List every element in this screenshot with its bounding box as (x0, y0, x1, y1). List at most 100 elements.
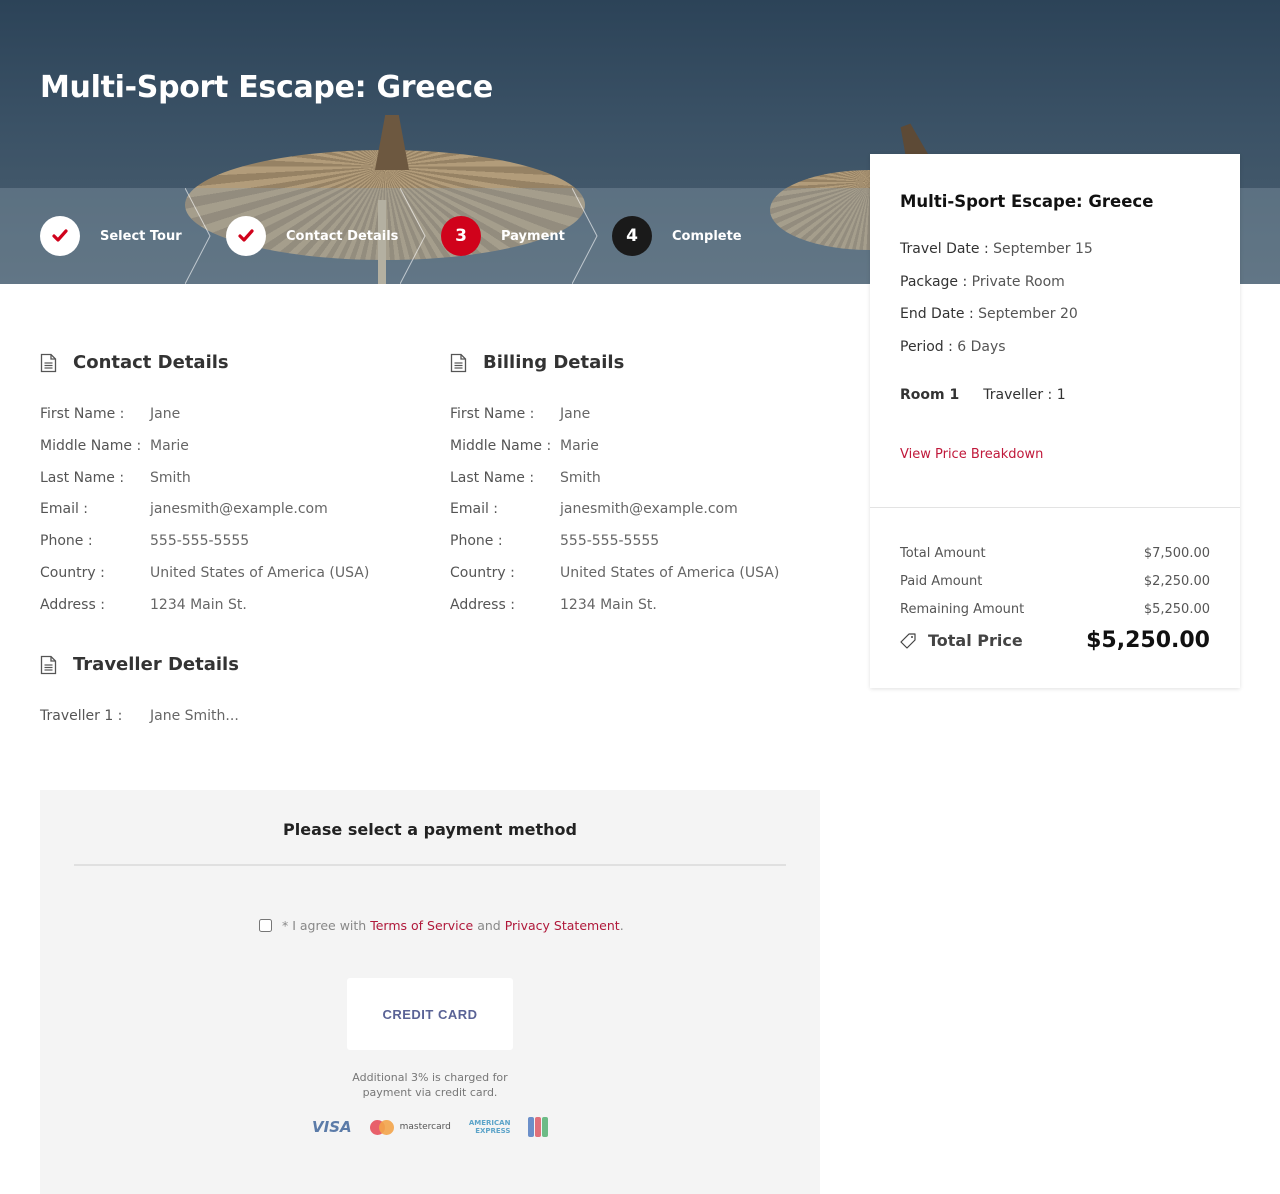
field-value: Smith (150, 470, 191, 486)
page-title: Multi-Sport Escape: Greece (40, 70, 493, 105)
terms-agreement[interactable]: * I agree with Terms of Service and Priv… (259, 918, 624, 933)
field-value: 1234 Main St. (150, 597, 247, 613)
agree-text: * I agree with (282, 918, 371, 933)
info-value: September 15 (993, 241, 1093, 257)
step-separator (185, 188, 211, 284)
view-price-breakdown-link[interactable]: View Price Breakdown (900, 447, 1043, 462)
field-label: Middle Name : (40, 438, 142, 454)
field-value: Smith (560, 470, 601, 486)
field-value: janesmith@example.com (150, 501, 328, 517)
divider (74, 864, 786, 866)
price-row-total-amount: Total Amount $7,500.00 (900, 546, 1210, 561)
payment-method-heading: Please select a payment method (283, 820, 577, 839)
document-icon (40, 655, 57, 674)
mastercard-text: mastercard (399, 1122, 451, 1132)
step-separator (572, 188, 598, 284)
field-value: 555-555-5555 (150, 533, 250, 549)
billing-details-heading: Billing Details (450, 352, 624, 373)
contact-first-name: First Name : Jane (40, 406, 180, 422)
field-label: First Name : (40, 406, 125, 422)
price-value: $5,250.00 (1143, 602, 1210, 617)
field-value: United States of America (USA) (150, 565, 370, 581)
step-separator (400, 188, 426, 284)
field-label: Address : (450, 597, 515, 613)
step-select-tour[interactable]: Select Tour (40, 216, 182, 256)
umbrella-top (375, 115, 409, 170)
agree-text: and (473, 918, 505, 933)
traveller-count: Traveller : 1 (983, 387, 1066, 403)
contact-last-name: Last Name : Smith (40, 470, 191, 486)
field-label: Country : (40, 565, 105, 581)
traveller-details-heading: Traveller Details (40, 654, 239, 675)
tag-icon (900, 632, 916, 649)
step-label: Contact Details (286, 228, 399, 244)
field-value: janesmith@example.com (560, 501, 738, 517)
field-value: Jane (560, 406, 591, 422)
room-label: Room 1 (900, 387, 960, 403)
credit-card-fee-note: Additional 3% is charged for payment via… (330, 1070, 530, 1100)
field-label: First Name : (450, 406, 535, 422)
summary-room: Room 1 Traveller : 1 (900, 387, 1066, 403)
credit-card-button[interactable]: CREDIT CARD (347, 978, 513, 1050)
step-label: Select Tour (100, 228, 182, 244)
billing-email: Email : janesmith@example.com (450, 501, 738, 517)
price-label: Paid Amount (900, 574, 983, 589)
summary-travel-date: Travel Date : September 15 (900, 241, 1093, 257)
field-label: Phone : (40, 533, 93, 549)
contact-email: Email : janesmith@example.com (40, 501, 328, 517)
price-value: $2,250.00 (1143, 574, 1210, 589)
field-value: Marie (560, 438, 599, 454)
billing-address: Address : 1234 Main St. (450, 597, 657, 613)
step-complete[interactable]: 4 Complete (612, 216, 742, 256)
field-value: Marie (150, 438, 189, 454)
terms-of-service-link[interactable]: Terms of Service (370, 918, 473, 933)
info-label: Travel Date : (900, 241, 989, 257)
document-icon (40, 353, 57, 372)
field-label: Middle Name : (450, 438, 552, 454)
step-label: Complete (672, 228, 742, 244)
info-value: 6 Days (957, 339, 1006, 355)
step-number: 4 (612, 216, 652, 256)
field-label: Last Name : (40, 470, 125, 486)
field-label: Traveller 1 : (40, 708, 123, 724)
field-label: Address : (40, 597, 105, 613)
price-label: Remaining Amount (900, 602, 1025, 617)
amex-text: AMERICAN (468, 1119, 511, 1127)
step-contact-details[interactable]: Contact Details (226, 216, 398, 256)
info-value: September 20 (978, 306, 1078, 322)
payment-method-panel: Please select a payment method * I agree… (40, 790, 820, 1194)
total-price-label: Total Price (928, 631, 1023, 650)
section-title: Billing Details (483, 352, 625, 373)
privacy-statement-link[interactable]: Privacy Statement (505, 918, 620, 933)
section-title: Contact Details (73, 352, 229, 373)
billing-last-name: Last Name : Smith (450, 470, 601, 486)
contact-phone: Phone : 555-555-5555 (40, 533, 249, 549)
summary-period: Period : 6 Days (900, 339, 1006, 355)
summary-title: Multi-Sport Escape: Greece (900, 192, 1154, 211)
document-icon (450, 353, 467, 372)
check-icon (40, 216, 80, 256)
step-payment[interactable]: 3 Payment (441, 216, 565, 256)
check-icon (226, 216, 266, 256)
section-title: Traveller Details (73, 654, 239, 675)
info-label: Period : (900, 339, 953, 355)
accepted-cards: VISA mastercard AMERICAN EXPRESS (312, 1116, 549, 1138)
field-value: Jane Smith... (150, 708, 239, 724)
visa-logo-icon: VISA (312, 1118, 352, 1136)
price-label: Total Amount (900, 546, 986, 561)
field-label: Last Name : (450, 470, 535, 486)
jcb-logo-icon (528, 1117, 549, 1137)
step-number: 3 (441, 216, 481, 256)
summary-package: Package : Private Room (900, 274, 1065, 290)
billing-phone: Phone : 555-555-5555 (450, 533, 659, 549)
contact-middle-name: Middle Name : Marie (40, 438, 189, 454)
price-row-remaining-amount: Remaining Amount $5,250.00 (900, 602, 1210, 617)
booking-summary-card: Multi-Sport Escape: Greece Travel Date :… (870, 154, 1240, 688)
terms-checkbox[interactable] (259, 919, 272, 932)
mastercard-logo-icon: mastercard (369, 1119, 451, 1135)
contact-address: Address : 1234 Main St. (40, 597, 247, 613)
info-label: Package : (900, 274, 968, 290)
billing-country: Country : United States of America (USA) (450, 565, 779, 581)
field-label: Email : (450, 501, 499, 517)
amex-text: EXPRESS (475, 1127, 511, 1135)
